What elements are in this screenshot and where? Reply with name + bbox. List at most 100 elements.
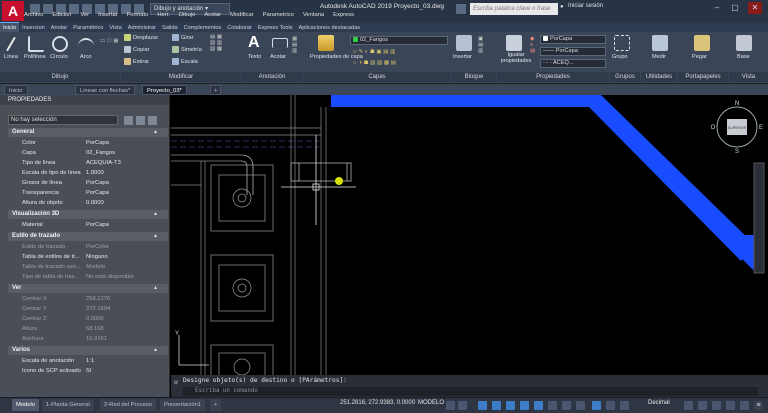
property-value[interactable]: 1.0000 [86, 168, 104, 178]
property-value[interactable]: 10.9161 [86, 334, 107, 344]
layer-tools-row2[interactable]: ☼ ◑ ☗ ▧ ▨ ▩ ▤ [352, 60, 396, 66]
isodraft-icon[interactable] [506, 401, 515, 410]
panel-utilities-label[interactable]: Utilidades [641, 72, 677, 82]
select-objects-icon[interactable] [136, 116, 145, 125]
panel-groups-label[interactable]: Grupos [610, 72, 640, 82]
section-general[interactable]: General [8, 128, 168, 137]
table-icon[interactable]: ▦ ▤ ▥ [292, 36, 297, 54]
line-icon[interactable] [6, 36, 16, 52]
selection-cycling-icon[interactable] [576, 401, 585, 410]
paste-button[interactable]: Pegar [692, 54, 707, 60]
section-visual3d[interactable]: Visualización 3D [8, 210, 168, 219]
add-layout-icon[interactable]: + [210, 399, 222, 411]
quick-select-icon[interactable] [148, 116, 157, 125]
property-row[interactable]: Icono de SCP activado Sí [8, 366, 168, 376]
property-value[interactable]: Sí [86, 366, 91, 376]
base-view-button[interactable]: Base [737, 54, 750, 60]
property-value[interactable]: PorCapa [86, 220, 109, 230]
command-input[interactable]: Escriba un comando [183, 387, 758, 396]
autocad-logo-icon[interactable]: A [2, 1, 24, 21]
mirror-tool[interactable]: Simetría [172, 46, 202, 53]
polyline-tool[interactable]: Polilínea [24, 54, 45, 60]
section-view[interactable]: Ver [8, 284, 168, 293]
coordinates-readout[interactable]: 251.2816, 272.9383, 0.0000 [340, 400, 415, 406]
property-value[interactable]: 1:1 [86, 356, 94, 366]
circle-icon[interactable] [52, 36, 68, 52]
modify-extra-icons[interactable]: ▤ ▦ ▧ ▥ ▨ ▩ [210, 34, 222, 52]
property-value[interactable]: ACEQUIA-T3 [86, 158, 121, 168]
property-value[interactable]: 0.0000 [86, 198, 104, 208]
annotation-monitor-icon[interactable] [620, 401, 629, 410]
group-icon[interactable] [614, 35, 630, 51]
rotate-tool[interactable]: Girar [172, 34, 193, 41]
hardware-acceleration-icon[interactable] [726, 401, 735, 410]
customization-menu-icon[interactable]: ≡ [754, 401, 763, 410]
measure-button[interactable]: Medir [652, 54, 666, 60]
menu-7[interactable]: Acotar [204, 12, 221, 18]
property-row[interactable]: Estilo de trazado PorColor [8, 242, 168, 252]
search-input[interactable]: Escriba palabra clave o frase [470, 3, 558, 15]
property-value[interactable]: Ninguno [86, 252, 108, 262]
move-tool[interactable]: Desplazar [124, 34, 158, 41]
section-collapse-icon[interactable]: ▴ [154, 346, 157, 355]
ortho-icon[interactable] [478, 401, 487, 410]
paste-icon[interactable] [694, 35, 710, 51]
property-row[interactable]: Tipo de línea ACEQUIA-T3 [8, 158, 168, 168]
property-row[interactable]: Tipo de tabla de traz... No está disponib… [8, 272, 168, 282]
property-row[interactable]: Centrar X 258.1276 [8, 294, 168, 304]
scale-tool[interactable]: Escala [172, 58, 198, 65]
doc-tab-proyecto[interactable]: Proyecto_03* [142, 85, 187, 95]
menu-6[interactable]: Dibujo [179, 12, 195, 18]
property-value[interactable]: PorCapa [86, 138, 109, 148]
menu-1[interactable]: Edición [52, 12, 71, 18]
model-space-button[interactable]: MODELO [418, 400, 444, 406]
property-row[interactable]: Tabla de trazado aso... Modelo [8, 262, 168, 272]
property-row[interactable]: Material PorCapa [8, 220, 168, 230]
property-value[interactable]: 272.1694 [86, 304, 110, 314]
snap-icon[interactable] [458, 401, 467, 410]
section-collapse-icon[interactable]: ▴ [154, 284, 157, 293]
panel-modify-label[interactable]: Modificar [121, 72, 241, 82]
layer-tools-row1[interactable]: ☼ ✎ ◐ ☗ ▣ ▤ ▥ [352, 49, 395, 55]
property-value[interactable]: PorColor [86, 242, 109, 252]
base-view-icon[interactable] [736, 35, 752, 51]
group-button[interactable]: Grupo [612, 54, 628, 60]
property-row[interactable]: Escala de tipo de línea 1.0000 [8, 168, 168, 178]
toggle-pickadd-icon[interactable] [124, 116, 133, 125]
arc-icon[interactable] [78, 38, 94, 54]
property-value[interactable]: PorCapa [86, 188, 109, 198]
osnap-icon[interactable] [534, 401, 543, 410]
menu-5[interactable]: Herr. [157, 12, 170, 18]
section-collapse-icon[interactable]: ▴ [154, 210, 157, 219]
workspace-switch-icon[interactable] [606, 401, 615, 410]
property-row[interactable]: Altura 68.168 [8, 324, 168, 334]
navigation-bar[interactable] [753, 162, 765, 274]
selection-combo[interactable]: No hay selección [8, 115, 118, 125]
osnap-tracking-icon[interactable] [520, 401, 529, 410]
layer-properties-icon[interactable] [318, 35, 334, 51]
menu-0[interactable]: Archivo [24, 12, 43, 18]
panel-draw-label[interactable]: Dibujo [0, 72, 120, 82]
polyline-icon[interactable] [28, 36, 44, 52]
drawing-area[interactable]: Y SUPERIOR N S E O [171, 95, 768, 375]
clean-screen-icon[interactable] [740, 401, 749, 410]
panel-view-label[interactable]: Vista [729, 72, 768, 82]
search-binoculars-icon[interactable] [456, 4, 466, 14]
ribbon-tab-0[interactable]: Inicio [0, 22, 20, 32]
units-button[interactable]: Decimal [648, 400, 670, 406]
layout-tab-model[interactable]: Modelo [12, 399, 40, 411]
annotation-scale-icon[interactable] [592, 401, 601, 410]
color-combo[interactable]: PorCapa [540, 35, 606, 44]
menu-4[interactable]: Formato [127, 12, 149, 18]
grid-icon[interactable] [446, 401, 455, 410]
menu-10[interactable]: Ventana [303, 12, 324, 18]
menu-2[interactable]: Ver [80, 12, 89, 18]
property-row[interactable]: Transparencia PorCapa [8, 188, 168, 198]
property-value[interactable]: 02_Fangos [86, 148, 115, 158]
linetype-combo[interactable]: - - - ACEQ... [540, 59, 606, 68]
panel-clipboard-label[interactable]: Portapapeles [678, 72, 728, 82]
layout-tab-planta[interactable]: 1-Planta General [42, 399, 94, 411]
text-icon[interactable]: A [248, 35, 264, 51]
insert-block-button[interactable]: Insertar [453, 54, 472, 60]
draw-more-icon[interactable]: ▭ ⬠ ▦ [100, 38, 119, 44]
